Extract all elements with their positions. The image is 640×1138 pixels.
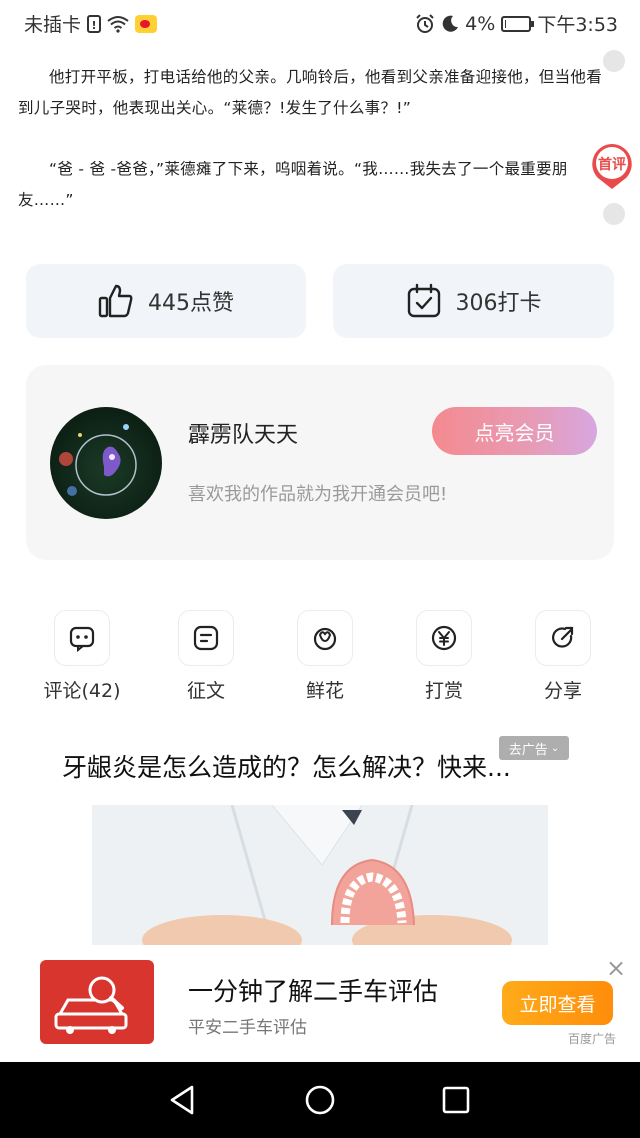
scroll-dot: [603, 50, 625, 72]
navigation-bar: [0, 1062, 640, 1138]
essay-icon: [178, 610, 234, 666]
like-count: 445点赞: [148, 291, 234, 316]
flower-action[interactable]: 鲜花: [280, 610, 370, 703]
weibo-icon: [135, 14, 158, 33]
banner-title[interactable]: 一分钟了解二手车评估: [188, 972, 438, 1008]
wifi-icon: [107, 15, 129, 33]
avatar-image: [59, 424, 137, 496]
action-label: 分享: [543, 680, 582, 702]
flower-icon: [297, 610, 353, 666]
battery-percent: 4%: [465, 12, 496, 35]
dental-model-image: [92, 805, 548, 945]
action-label: 征文: [186, 680, 225, 702]
article-paragraph: 他打开平板，打电话给他的父亲。几响铃后，他看到父亲准备迎接他，但当他看到儿子哭时…: [18, 68, 603, 117]
banner-subtitle: 平安二手车评估: [188, 1018, 307, 1038]
alarm-icon: [416, 13, 434, 33]
reward-icon: [416, 610, 472, 666]
vip-button[interactable]: 点亮会员: [432, 407, 597, 455]
home-icon[interactable]: [304, 1084, 336, 1116]
battery-level-fill: [505, 19, 507, 28]
ad-image[interactable]: [92, 805, 548, 945]
status-right: 4% 下午3:53: [415, 10, 618, 37]
reward-action[interactable]: 打赏: [399, 610, 489, 703]
remove-ad-button[interactable]: 去广告 ⌄: [499, 736, 569, 760]
chevron-down-icon: ⌄: [550, 742, 560, 754]
action-label: 打赏: [424, 680, 463, 702]
article-paragraph: “爸 - 爸 -爸爸，”莱德瘫了下来，呜咽着说。“我……我失去了一个最重要朋友……: [18, 160, 568, 209]
clock-time: 下午3:53: [537, 14, 618, 36]
status-left: 未插卡 !: [24, 10, 158, 37]
status-bar: 未插卡 ! 4% 下午3:53: [0, 0, 640, 44]
share-action[interactable]: 分享: [518, 610, 608, 703]
view-now-button[interactable]: 立即查看: [502, 981, 613, 1025]
car-search-icon: [40, 960, 154, 1044]
remove-ad-label: 去广告: [508, 742, 548, 758]
carrier-text: 未插卡: [24, 14, 82, 36]
share-icon: [535, 610, 591, 666]
back-icon[interactable]: [168, 1084, 198, 1116]
action-label: 评论(42): [43, 680, 121, 702]
ad-title[interactable]: 牙龈炎是怎么造成的？怎么解决？快来...: [62, 748, 511, 784]
avatar[interactable]: [50, 407, 162, 519]
first-comment-label: 首评: [598, 157, 626, 173]
comment-action[interactable]: 评论(42): [37, 610, 127, 703]
battery-icon: [501, 15, 535, 32]
calendar-check-icon: [407, 283, 440, 318]
moon-icon: [442, 15, 459, 32]
scroll-dot: [603, 203, 625, 225]
checkin-button[interactable]: 306打卡: [333, 264, 614, 338]
recents-icon[interactable]: [441, 1085, 471, 1115]
comment-icon: [54, 610, 110, 666]
first-comment-button[interactable]: 首评: [590, 142, 634, 190]
author-name[interactable]: 霹雳队天天: [188, 417, 298, 449]
action-label: 鲜花: [305, 680, 344, 702]
thumbs-up-icon: [98, 284, 133, 318]
checkin-count: 306打卡: [455, 291, 542, 316]
essay-action[interactable]: 征文: [161, 610, 251, 703]
close-icon[interactable]: ×: [606, 954, 626, 982]
like-button[interactable]: 445点赞: [26, 264, 306, 338]
ad-source-label: 百度广告: [568, 1032, 617, 1046]
author-desc: 喜欢我的作品就为我开通会员吧!: [188, 484, 448, 505]
sim-icon: !: [87, 14, 102, 33]
